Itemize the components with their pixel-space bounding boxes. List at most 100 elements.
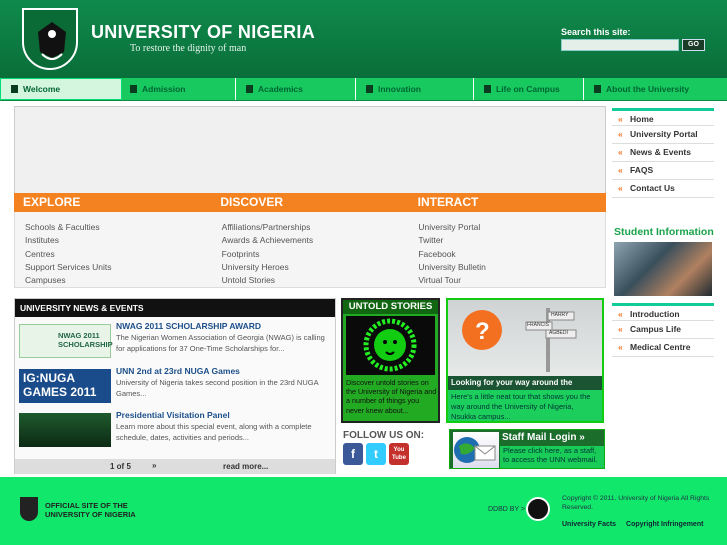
nav-label: Admission — [142, 84, 186, 94]
nav-label: About the University — [606, 84, 690, 94]
news-thumb — [19, 413, 111, 447]
untold-text: Discover untold stories on the Universit… — [346, 378, 437, 415]
student-link-medical[interactable]: Medical Centre — [612, 339, 714, 357]
student-photo — [614, 242, 712, 296]
nav-about[interactable]: About the University — [584, 78, 727, 100]
discover-link[interactable]: Awards & Achievements — [222, 234, 409, 247]
main-nav: Welcome Admission Academics Innovation L… — [0, 78, 727, 101]
sign-label: AGBEDI — [549, 330, 568, 336]
site-motto: To restore the dignity of man — [130, 43, 247, 54]
site-title[interactable]: UNIVERSITY OF NIGERIA — [91, 22, 315, 43]
graduation-cap-icon — [246, 85, 253, 93]
explore-link[interactable]: Support Services Units — [25, 261, 212, 274]
footer-link-copyright[interactable]: Copyright Infringement — [626, 521, 703, 528]
news-item[interactable]: Presidential Visitation Panel Learn more… — [15, 410, 335, 450]
right-link-news[interactable]: News & Events — [612, 144, 714, 162]
globe-mail-icon — [453, 432, 499, 468]
tour-heading: Looking for your way around the campus? — [448, 376, 602, 401]
nav-life-on-campus[interactable]: Life on Campus — [474, 78, 584, 100]
right-link-contact[interactable]: Contact Us — [612, 180, 714, 198]
designer-credit[interactable]: DDBD BY > — [488, 506, 525, 513]
interact-link[interactable]: University Bulletin — [418, 261, 605, 274]
signpost-icon: ? FRANCIS AGBEDI HARRY — [448, 300, 602, 376]
copyright-text: Copyright © 2011. University of Nigeria … — [562, 495, 710, 511]
explore-link[interactable]: Centres — [25, 248, 212, 261]
news-title[interactable]: Presidential Visitation Panel — [116, 410, 230, 420]
untold-heading: UNTOLD STORIES — [343, 300, 438, 314]
discover-link[interactable]: University Heroes — [222, 261, 409, 274]
virtual-tour-panel[interactable]: ? FRANCIS AGBEDI HARRY Looking for your … — [446, 298, 604, 423]
explore-link[interactable]: Campuses — [25, 274, 212, 287]
discover-link[interactable]: Footprints — [222, 248, 409, 261]
explore-link[interactable]: Institutes — [25, 234, 212, 247]
tour-text: Here's a little neat tour that shows you… — [448, 390, 602, 421]
footer-links: University Facts Copyright Infringement — [562, 521, 703, 528]
untold-stories-panel[interactable]: UNTOLD STORIES Discover untold stories o… — [341, 298, 440, 423]
pager-next-button[interactable]: » — [152, 461, 156, 470]
search-go-button[interactable]: GO — [682, 39, 705, 51]
pager-count: 1 of 5 — [110, 462, 131, 471]
news-text: The Nigerian Women Association of Georgi… — [116, 333, 325, 353]
news-text: Learn more about this special event, alo… — [116, 422, 312, 442]
news-title[interactable]: UNN 2nd at 23rd NUGA Games — [116, 366, 240, 376]
news-heading: UNIVERSITY NEWS & EVENTS — [15, 299, 335, 317]
right-link-faqs[interactable]: FAQS — [612, 162, 714, 180]
footer-official-text: OFFICIAL SITE OF THE UNIVERSITY OF NIGER… — [45, 501, 136, 519]
right-quick-links: Home University Portal News & Events FAQ… — [612, 108, 714, 198]
nav-label: Life on Campus — [496, 84, 560, 94]
edi-links: Schools & Faculties Institutes Centres S… — [14, 212, 606, 288]
search-label: Search this site: — [561, 27, 631, 37]
student-link-campus-life[interactable]: Campus Life — [612, 321, 714, 339]
sign-label: HARRY — [551, 312, 569, 318]
university-crest-icon[interactable] — [22, 8, 78, 70]
discover-link[interactable]: Affiliations/Partnerships — [222, 221, 409, 234]
footer-link-facts[interactable]: University Facts — [562, 521, 616, 528]
interact-heading: INTERACT — [417, 195, 479, 209]
student-info-links: Introduction Campus Life Medical Centre — [612, 303, 714, 357]
staff-mail-text: Please click here, as a staff, to access… — [500, 446, 604, 468]
right-link-portal[interactable]: University Portal — [612, 126, 714, 144]
youtube-icon[interactable]: You Tube — [389, 443, 409, 465]
news-text: University of Nigeria takes second posit… — [116, 378, 319, 398]
interact-link[interactable]: Facebook — [418, 248, 605, 261]
news-title[interactable]: NWAG 2011 SCHOLARSHIP AWARD — [116, 321, 261, 331]
twitter-icon[interactable]: t — [366, 443, 386, 465]
news-events-panel: UNIVERSITY NEWS & EVENTS NWAG 2011 SCHOL… — [14, 298, 336, 474]
people-icon — [484, 85, 491, 93]
explore-heading: EXPLORE — [23, 195, 81, 209]
interact-links: University Portal Twitter Facebook Unive… — [408, 212, 605, 287]
nav-academics[interactable]: Academics — [236, 78, 356, 100]
interact-link[interactable]: Virtual Tour — [418, 274, 605, 287]
lightbulb-icon — [366, 85, 373, 93]
discover-heading: DISCOVER — [220, 195, 284, 209]
explore-discover-interact-bar: EXPLORE DISCOVER INTERACT — [14, 193, 606, 212]
footer-crest-icon — [20, 497, 38, 521]
nav-welcome[interactable]: Welcome — [0, 78, 122, 100]
nav-innovation[interactable]: Innovation — [356, 78, 474, 100]
staff-mail-panel[interactable]: Staff Mail Login » Please click here, as… — [449, 429, 605, 469]
student-info-heading: Student Information — [614, 226, 714, 238]
explore-link[interactable]: Schools & Faculties — [25, 221, 212, 234]
nav-label: Academics — [258, 84, 303, 94]
lion-icon — [346, 316, 435, 375]
svg-text:?: ? — [475, 318, 490, 345]
right-link-home[interactable]: Home — [612, 108, 714, 128]
read-more-link[interactable]: read more... — [223, 462, 268, 471]
nav-admission[interactable]: Admission — [122, 78, 236, 100]
feature-slider[interactable] — [14, 106, 606, 194]
interact-link[interactable]: Twitter — [418, 234, 605, 247]
document-icon — [130, 85, 137, 93]
book-icon — [11, 85, 18, 93]
staff-mail-heading[interactable]: Staff Mail Login » — [502, 432, 585, 443]
news-item[interactable]: IG:NUGA GAMES 2011 UNN 2nd at 23rd NUGA … — [15, 366, 335, 406]
interact-link[interactable]: University Portal — [418, 221, 605, 234]
crest-icon — [594, 85, 601, 93]
discover-link[interactable]: Untold Stories — [222, 274, 409, 287]
search-input[interactable] — [561, 39, 679, 51]
designer-logo-icon[interactable] — [526, 497, 550, 521]
facebook-icon[interactable]: f — [343, 443, 363, 465]
news-thumb: IG:NUGA GAMES 2011 — [19, 369, 111, 403]
news-pager: 1 of 5 » read more... — [15, 459, 335, 474]
student-link-introduction[interactable]: Introduction — [612, 303, 714, 323]
news-item[interactable]: NWAG 2011 SCHOLARSHIP NWAG 2011 SCHOLARS… — [15, 321, 335, 361]
